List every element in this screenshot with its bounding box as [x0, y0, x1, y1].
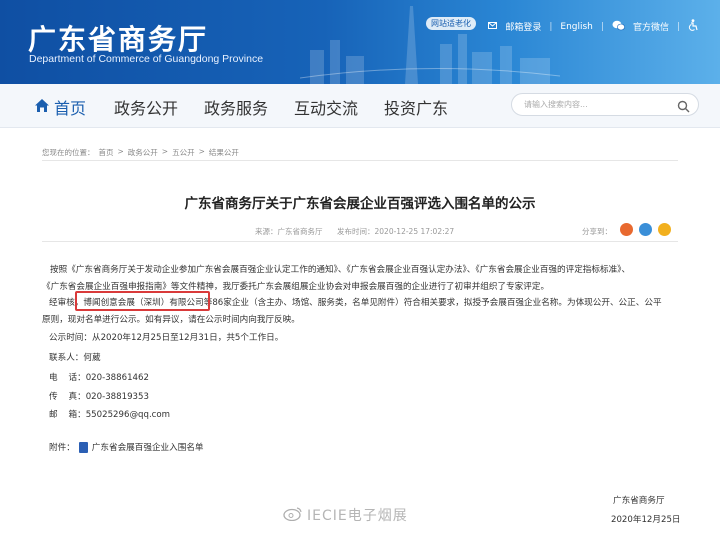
watermark: IECIE电子烟展 — [283, 505, 408, 525]
contact-person: 联系人：何葳 — [49, 353, 101, 363]
notice-period: 公示时间：从2020年12月25日至12月31日，共5个工作日。 — [49, 333, 284, 343]
nav-item-gov-affairs[interactable]: 政务公开 — [114, 95, 178, 119]
time-value: 2020-12-25 17:02:27 — [374, 227, 455, 236]
attachment-label: 附件： — [49, 443, 75, 453]
breadcrumb: 您现在的位置： 首页 > 政务公开 > 五公开 > 结果公开 — [42, 147, 239, 158]
breadcrumb-item-home[interactable]: 首页 — [99, 147, 114, 158]
article-paragraph-1: 按照《广东省商务厅关于发动企业参加广东省会展百强企业认定工作的通知》、《广东省会… — [42, 262, 682, 279]
attachment: 附件： 广东省会展百强企业入围名单 — [49, 441, 204, 453]
separator: | — [600, 21, 604, 32]
article-time: 发布时间：2020-12-25 17:02:27 — [337, 226, 454, 237]
search-icon[interactable] — [677, 98, 690, 117]
accessibility-icon[interactable] — [688, 19, 698, 34]
weibo-share-icon[interactable] — [620, 223, 633, 236]
breadcrumb-item-gov-affairs[interactable]: 政务公开 — [128, 147, 158, 158]
top-links: 邮箱登录 | English | 官方微信 | — [488, 19, 698, 34]
breadcrumb-separator: > — [198, 147, 205, 156]
mail-login-link[interactable]: 邮箱登录 — [505, 20, 541, 33]
mail-icon — [488, 21, 498, 32]
signature-date: 2020年12月25日 — [611, 515, 681, 525]
city-skyline-image — [300, 6, 560, 84]
word-doc-icon — [78, 441, 88, 453]
time-label: 发布时间： — [337, 227, 375, 236]
divider — [42, 160, 678, 161]
source-value: 广东省商务厅 — [277, 227, 323, 236]
nav-item-invest[interactable]: 投资广东 — [384, 95, 448, 119]
wechat-link[interactable]: 官方微信 — [633, 20, 669, 33]
red-highlight-box — [75, 291, 210, 311]
breadcrumb-separator: > — [161, 147, 169, 156]
contact-phone: 电 话：020-38861462 — [49, 373, 149, 383]
wechat-icon — [612, 20, 625, 34]
para1-line1: 按照《广东省商务厅关于发动企业参加广东省会展百强企业认定工作的通知》、《广东省会… — [50, 265, 631, 275]
breadcrumb-item-results[interactable]: 结果公开 — [209, 147, 239, 158]
article-source: 来源：广东省商务厅 — [255, 226, 323, 237]
elderly-mode-button[interactable]: 网站适老化 — [426, 17, 476, 30]
qzone-share-icon[interactable] — [658, 223, 671, 236]
english-link[interactable]: English — [560, 22, 593, 32]
search-box[interactable]: 请输入搜索内容... — [511, 93, 699, 116]
search-input[interactable]: 请输入搜索内容... — [524, 99, 588, 110]
attachment-link[interactable]: 广东省会展百强企业入围名单 — [92, 441, 204, 453]
header-banner: 广东省商务厅 Department of Commerce of Guangdo… — [0, 0, 720, 84]
site-title: 广东省商务厅 — [28, 23, 209, 56]
share-label: 分享到： — [582, 227, 612, 236]
separator: | — [676, 21, 680, 32]
nav-item-label: 首页 — [54, 99, 87, 118]
home-icon — [34, 98, 50, 117]
qq-share-icon[interactable] — [639, 223, 652, 236]
breadcrumb-label: 您现在的位置： — [42, 148, 95, 157]
source-label: 来源： — [255, 227, 278, 236]
separator: | — [549, 21, 553, 32]
para2-rest: 等86家企业（含主办、场馆、服务类，名单见附件）符合相关要求，拟授予会展百强企业… — [203, 298, 662, 308]
nav-item-gov-services[interactable]: 政务服务 — [204, 95, 268, 119]
signature-org: 广东省商务厅 — [613, 496, 665, 506]
site-subtitle: Department of Commerce of Guangdong Prov… — [29, 53, 264, 65]
breadcrumb-item-five-public[interactable]: 五公开 — [172, 147, 195, 158]
article-paragraph-2b: 原则，现对名单进行公示。如有异议，请在公示时间内向我厅反映。 — [42, 315, 300, 325]
watermark-text: IECIE电子烟展 — [307, 508, 408, 524]
article-title: 广东省商务厅关于广东省会展企业百强评选入围名单的公示 — [184, 196, 536, 212]
contact-email: 邮 箱：55025296@qq.com — [49, 410, 171, 420]
contact-fax: 传 真：020-38819353 — [49, 392, 149, 402]
nav-item-home[interactable]: 首页 — [34, 95, 86, 119]
breadcrumb-separator: > — [117, 147, 124, 156]
weibo-icon — [283, 506, 303, 525]
share-buttons — [620, 223, 671, 236]
nav-item-interaction[interactable]: 互动交流 — [294, 95, 358, 119]
divider — [42, 241, 678, 242]
